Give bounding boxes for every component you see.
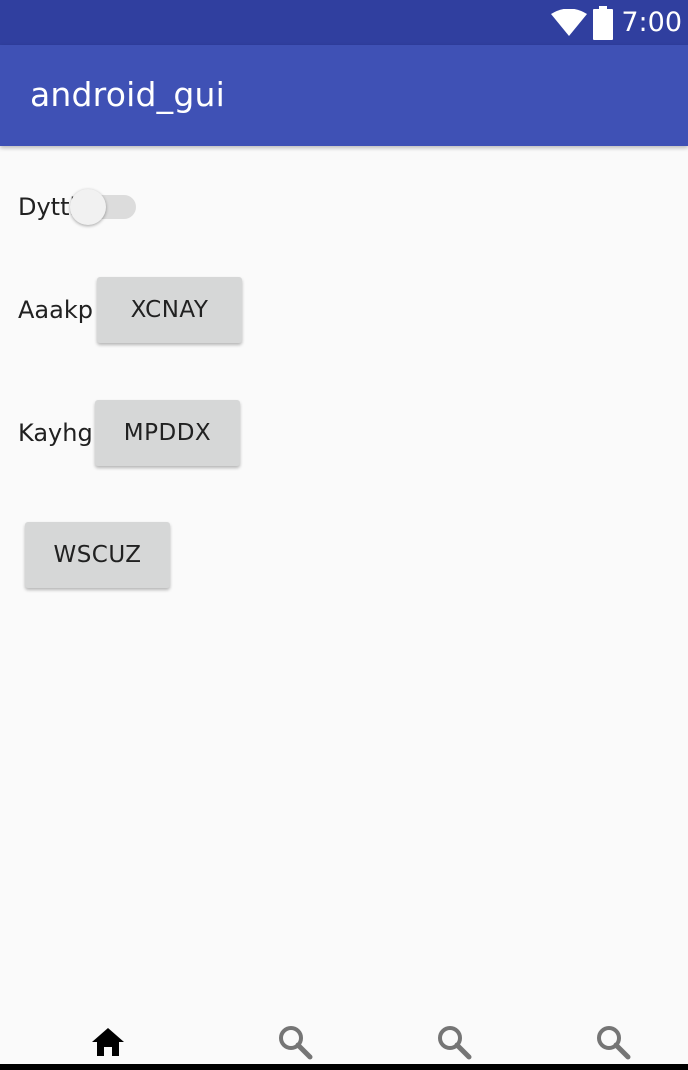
nav-home[interactable] [88, 1024, 128, 1064]
row2-label: Kayhg [18, 419, 93, 447]
status-time: 7:00 [621, 7, 682, 38]
xcnay-button[interactable]: XCNAY [97, 277, 242, 343]
search-icon [595, 1024, 631, 1065]
app-title: android_gui [30, 75, 225, 114]
switch-label: Dyttl [18, 193, 77, 221]
nav-search-3[interactable] [593, 1024, 633, 1064]
nav-search-2[interactable] [434, 1024, 474, 1064]
row1-label: Aaakp [18, 296, 93, 324]
mpddx-button[interactable]: MPDDX [95, 400, 240, 466]
bottom-nav [0, 1010, 688, 1070]
search-icon [436, 1024, 472, 1065]
nav-search-1[interactable] [275, 1024, 315, 1064]
wscuz-button[interactable]: WSCUZ [25, 522, 170, 588]
app-bar: android_gui [0, 45, 688, 146]
battery-icon [593, 5, 614, 40]
screen: 7:00 android_gui Dyttl Aaakp XCNAY Kayhg… [0, 0, 688, 1070]
wifi-icon [551, 8, 588, 37]
switch-thumb[interactable] [70, 189, 106, 225]
search-icon [277, 1024, 313, 1065]
status-icons: 7:00 [551, 0, 682, 45]
home-icon [90, 1026, 126, 1063]
status-bar: 7:00 [0, 0, 688, 45]
bottom-edge [0, 1064, 688, 1070]
